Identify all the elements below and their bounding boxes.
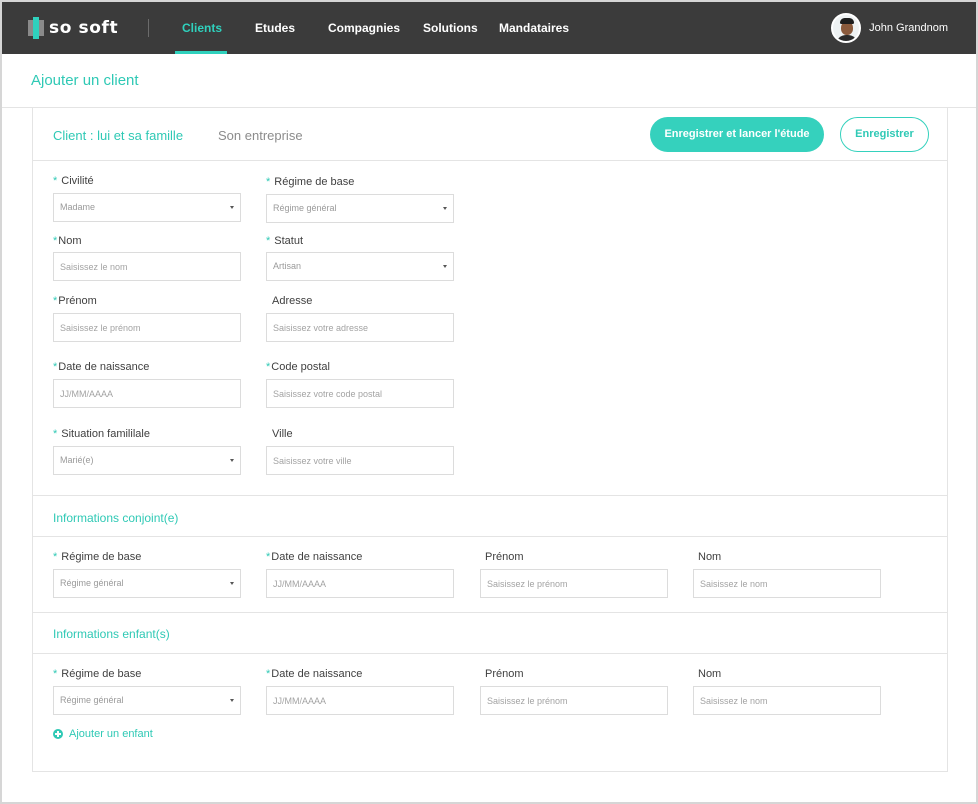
conjoint-prenom-label: Prénom: [485, 551, 524, 563]
add-child-button[interactable]: Ajouter un enfant: [53, 728, 153, 740]
enfants-section-title: Informations enfant(s): [53, 627, 170, 641]
caret-down-icon: [230, 206, 234, 209]
nav-item-mandataires[interactable]: Mandataires: [499, 2, 569, 54]
adresse-label: Adresse: [272, 295, 313, 307]
regime-label: * Régime de base: [266, 176, 355, 188]
section-divider: [33, 536, 947, 537]
section-divider: [33, 653, 947, 654]
enfant-regime-label: * Régime de base: [53, 668, 142, 680]
enfant-naissance-field[interactable]: [266, 686, 454, 715]
page-title: Ajouter un client: [31, 72, 139, 89]
caret-down-icon: [230, 699, 234, 702]
enfant-prenom-field[interactable]: [480, 686, 668, 715]
nom-field[interactable]: [53, 252, 241, 281]
code-postal-field[interactable]: [266, 379, 454, 408]
ville-field[interactable]: [266, 446, 454, 475]
tab-client-famille[interactable]: Client : lui et sa famille: [53, 128, 183, 143]
naissance-label: *Date de naissance: [53, 361, 150, 373]
plus-circle-icon: [53, 729, 63, 739]
nom-label: *Nom: [53, 235, 82, 247]
user-name: John Grandnom: [869, 22, 948, 34]
logo-icon: [28, 17, 44, 39]
situation-label: * Situation famililale: [53, 428, 150, 440]
brand-logo[interactable]: so soft: [28, 17, 118, 39]
section-divider: [33, 495, 947, 496]
enfant-nom-label: Nom: [698, 668, 722, 680]
conjoint-nom-field[interactable]: [693, 569, 881, 598]
conjoint-nom-label: Nom: [698, 551, 722, 563]
brand-name: so soft: [49, 18, 119, 38]
ville-label: Ville: [272, 428, 293, 440]
statut-select[interactable]: Artisan: [266, 252, 454, 281]
civilite-label: * Civilité: [53, 175, 94, 187]
nav-item-compagnies[interactable]: Compagnies: [328, 2, 400, 54]
tabs-divider: [33, 160, 947, 161]
conjoint-regime-label: * Régime de base: [53, 551, 142, 563]
nav-item-clients[interactable]: Clients: [182, 2, 222, 54]
top-navbar: so soft Clients Etudes Compagnies Soluti…: [2, 2, 976, 54]
caret-down-icon: [230, 459, 234, 462]
user-menu[interactable]: John Grandnom: [831, 12, 948, 44]
nav-item-etudes[interactable]: Etudes: [255, 2, 295, 54]
code-postal-label: *Code postal: [266, 361, 330, 373]
conjoint-section-title: Informations conjoint(e): [53, 511, 179, 525]
nav-item-solutions[interactable]: Solutions: [423, 2, 478, 54]
civilite-select[interactable]: Madame: [53, 193, 241, 222]
conjoint-naissance-label: *Date de naissance: [266, 551, 363, 563]
enfant-nom-field[interactable]: [693, 686, 881, 715]
statut-label: * Statut: [266, 235, 304, 247]
conjoint-naissance-field[interactable]: [266, 569, 454, 598]
save-button[interactable]: Enregistrer: [840, 117, 929, 152]
save-and-start-button[interactable]: Enregistrer et lancer l'étude: [650, 117, 824, 152]
adresse-field[interactable]: [266, 313, 454, 342]
caret-down-icon: [443, 265, 447, 268]
nav-divider: [148, 19, 149, 37]
situation-select[interactable]: Marié(e): [53, 446, 241, 475]
enfant-regime-select[interactable]: Régime général: [53, 686, 241, 715]
prenom-label: *Prénom: [53, 295, 97, 307]
prenom-field[interactable]: [53, 313, 241, 342]
section-divider: [33, 612, 947, 613]
add-child-label: Ajouter un enfant: [69, 728, 153, 740]
enfant-naissance-label: *Date de naissance: [266, 668, 363, 680]
regime-select[interactable]: Régime général: [266, 194, 454, 223]
conjoint-prenom-field[interactable]: [480, 569, 668, 598]
avatar: [831, 13, 862, 43]
naissance-field[interactable]: [53, 379, 241, 408]
nav-active-indicator: [175, 51, 227, 54]
caret-down-icon: [443, 207, 447, 210]
caret-down-icon: [230, 582, 234, 585]
conjoint-regime-select[interactable]: Régime général: [53, 569, 241, 598]
tab-entreprise[interactable]: Son entreprise: [218, 128, 303, 143]
enfant-prenom-label: Prénom: [485, 668, 524, 680]
